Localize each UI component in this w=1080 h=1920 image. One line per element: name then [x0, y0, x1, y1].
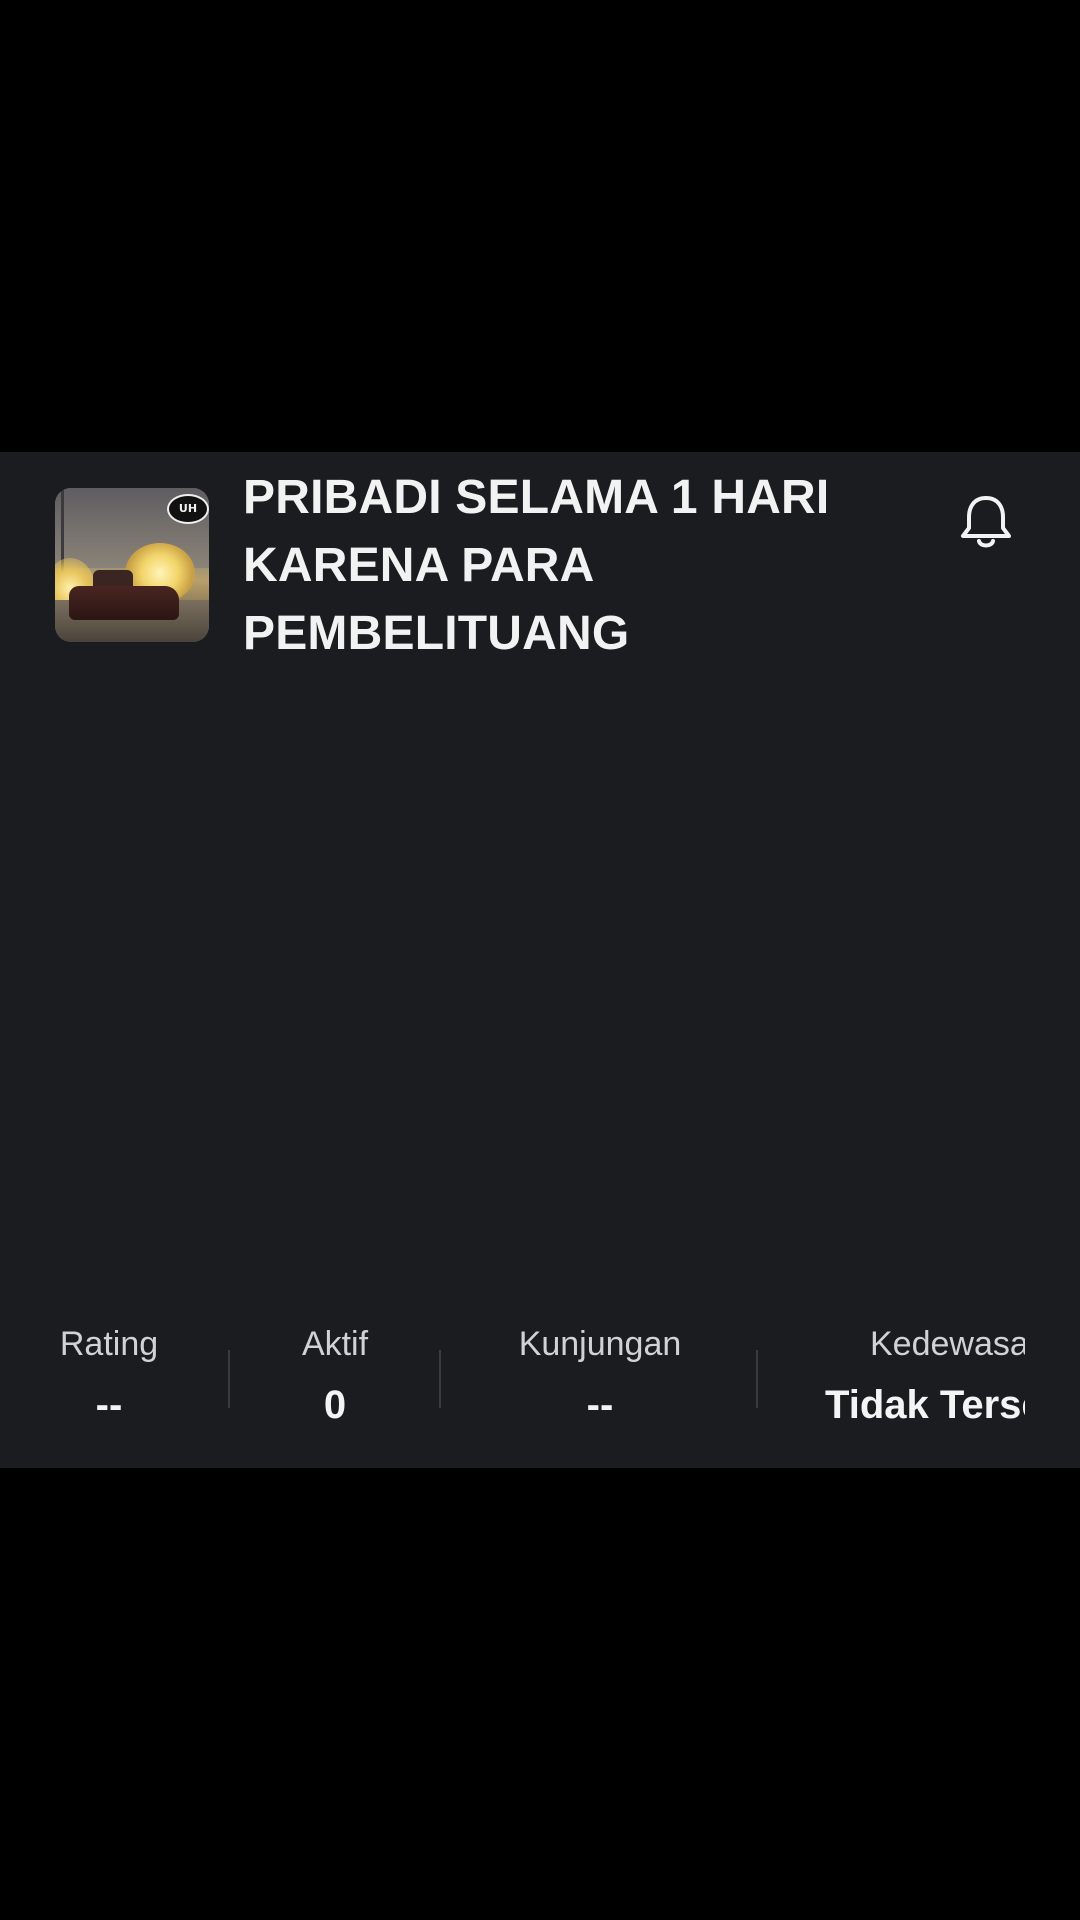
thumbnail-vehicle — [69, 586, 179, 620]
stat-active-label: Aktif — [301, 1325, 369, 1363]
game-stats-row: Rating -- Aktif 0 Kunjungan -- Kedewasaa… — [0, 1320, 1080, 1440]
game-thumbnail[interactable]: UH — [55, 488, 209, 642]
stat-rating: Rating -- — [30, 1320, 188, 1440]
stat-maturity-value: Tidak Tersedia — [825, 1383, 1025, 1427]
stat-visits-value: -- — [586, 1383, 614, 1427]
stat-divider — [439, 1350, 441, 1408]
stat-active: Aktif 0 — [250, 1320, 420, 1440]
stat-divider — [228, 1350, 230, 1408]
bell-icon[interactable] — [958, 492, 1014, 552]
letterbox-top — [0, 0, 1080, 452]
stat-visits-label: Kunjungan — [518, 1325, 682, 1363]
stat-maturity: Kedewasaan Tidak Tersedia — [820, 1320, 1025, 1440]
stat-rating-value: -- — [95, 1383, 123, 1427]
game-detail-panel: UH PRIBADI SELAMA 1 HARI KARENA PARA PEM… — [0, 452, 1080, 1468]
stat-active-value: 0 — [323, 1383, 347, 1427]
stat-divider — [756, 1350, 758, 1408]
stat-maturity-label: Kedewasaan — [870, 1325, 1025, 1363]
stat-rating-label: Rating — [59, 1325, 159, 1363]
thumbnail-logo: UH — [167, 494, 209, 524]
stat-visits: Kunjungan -- — [470, 1320, 730, 1440]
letterbox-bottom — [0, 1468, 1080, 1920]
game-title: PRIBADI SELAMA 1 HARI KARENA PARA PEMBEL… — [243, 471, 830, 660]
